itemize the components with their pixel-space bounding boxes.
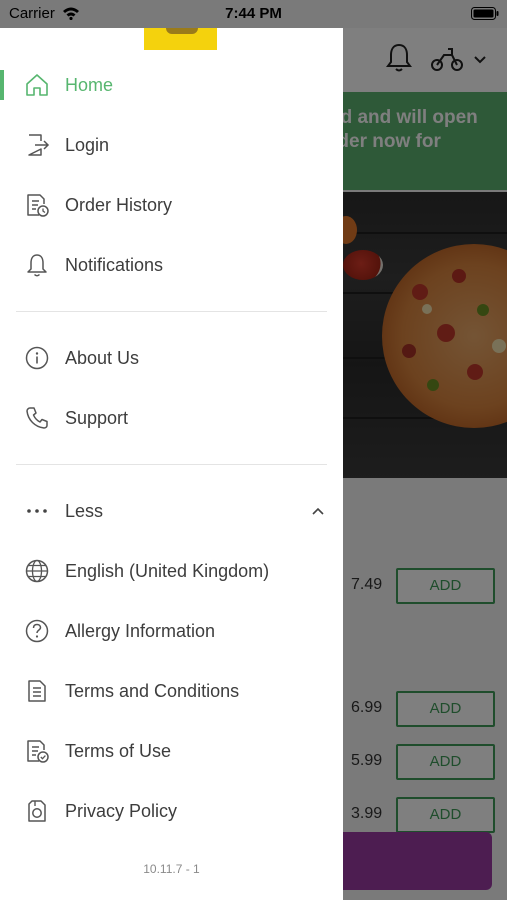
menu-item-allergy-information[interactable]: Allergy Information <box>0 603 343 659</box>
globe-icon <box>25 559 49 583</box>
question-icon <box>25 619 49 643</box>
menu-item-label: Privacy Policy <box>65 800 178 821</box>
menu-item-notifications[interactable]: Notifications <box>0 237 343 293</box>
menu-item-label: Terms of Use <box>65 740 172 761</box>
menu-item-terms-and-conditions[interactable]: Terms and Conditions <box>0 663 343 719</box>
divider <box>16 311 327 312</box>
side-drawer: Home Login Order History Notifications A… <box>0 28 343 900</box>
chevron-up-icon <box>312 507 324 515</box>
menu-item-language[interactable]: English (United Kingdom) <box>0 543 343 599</box>
menu-item-privacy-policy[interactable]: Privacy Policy <box>0 783 343 839</box>
menu-item-label: Order History <box>65 194 173 215</box>
phone-icon <box>26 407 48 429</box>
divider <box>16 464 327 465</box>
menu-item-login[interactable]: Login <box>0 117 343 173</box>
menu-item-about-us[interactable]: About Us <box>0 330 343 386</box>
status-time: 7:44 PM <box>225 5 282 22</box>
order-history-icon <box>27 194 49 217</box>
less-toggle[interactable]: Less <box>0 483 343 539</box>
menu-item-label: English (United Kingdom) <box>65 560 270 581</box>
menu-item-label: Notifications <box>65 254 164 275</box>
less-toggle-label: Less <box>65 500 104 521</box>
status-bar: Carrier 7:44 PM <box>0 0 507 28</box>
menu-item-order-history[interactable]: Order History <box>0 177 343 233</box>
menu-item-home[interactable]: Home <box>0 57 343 113</box>
info-icon <box>25 346 49 370</box>
login-icon <box>28 134 50 156</box>
menu-item-label: Support <box>65 407 129 428</box>
menu-item-label: About Us <box>65 347 140 368</box>
battery-icon <box>471 7 499 20</box>
home-icon <box>26 74 48 96</box>
bell-icon <box>27 254 47 277</box>
menu-item-label: Terms and Conditions <box>65 680 240 701</box>
menu-item-label: Allergy Information <box>65 620 216 641</box>
menu-item-label: Login <box>65 134 110 155</box>
more-dots-icon <box>27 509 47 513</box>
app-version: 10.11.7 - 1 <box>143 862 200 876</box>
menu-item-support[interactable]: Support <box>0 390 343 446</box>
document-check-icon <box>27 740 49 763</box>
document-icon <box>28 680 46 702</box>
menu-item-terms-of-use[interactable]: Terms of Use <box>0 723 343 779</box>
menu-item-label: Home <box>65 74 114 95</box>
privacy-icon <box>28 800 46 822</box>
